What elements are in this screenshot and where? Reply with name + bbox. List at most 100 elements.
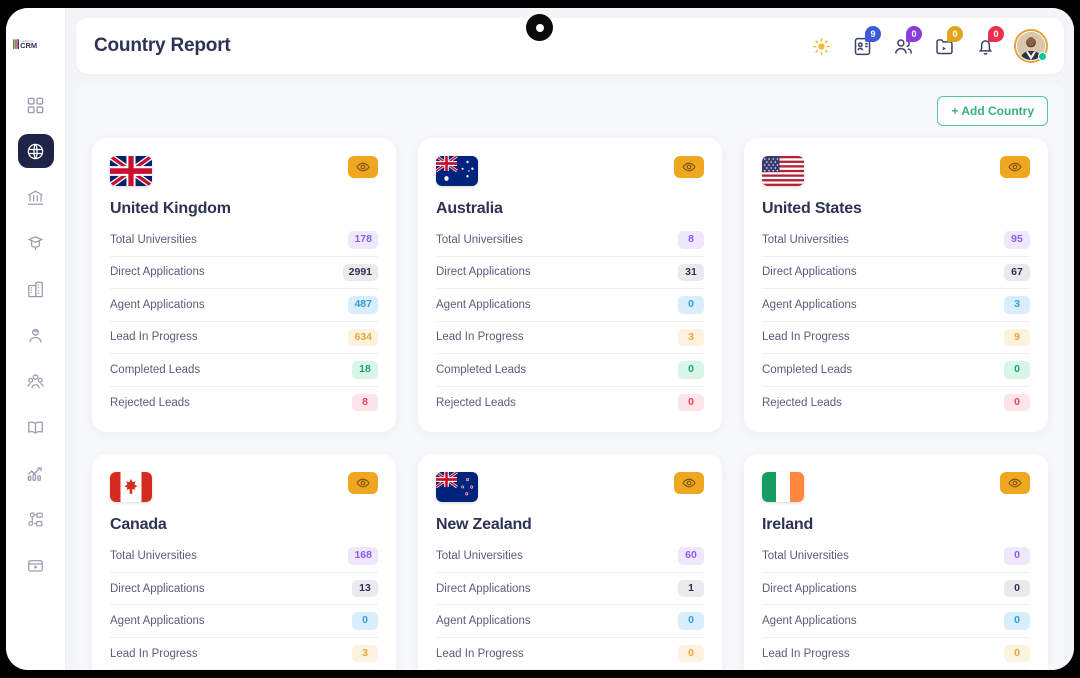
id-card-icon[interactable]: 9 [850,26,881,58]
users-icon[interactable]: 0 [891,26,922,58]
eye-icon [1008,476,1022,490]
view-country-button[interactable] [674,156,704,178]
sidebar-item-institutions[interactable] [18,180,54,214]
sidebar-item-org-chart[interactable] [18,502,54,536]
eye-icon [1008,160,1022,174]
flag-icon [110,156,152,186]
eye-icon [682,160,696,174]
stat-value-universities: 178 [348,231,378,249]
stat-row: Agent Applications 0 [762,605,1030,638]
stat-value-agent: 0 [1004,612,1030,630]
bank-icon [26,188,45,207]
stat-row: Agent Applications 3 [762,289,1030,322]
stat-label-completed: Completed Leads [762,363,853,376]
device-frame: CRM LeadSystems Country Report 9 0 0 0 +… [0,0,1080,678]
avatar-status-dot [1038,52,1047,61]
agent-icon [26,326,45,345]
sidebar-item-knowledge-base[interactable] [18,410,54,444]
add-country-button[interactable]: + Add Country [937,96,1048,126]
brand-logo[interactable]: CRM LeadSystems [12,32,60,58]
stat-row: Agent Applications 0 [436,605,704,638]
view-country-button[interactable] [348,472,378,495]
stat-value-direct: 13 [352,579,378,598]
sidebar-item-courses[interactable] [18,226,54,260]
main-area: Country Report 9 0 0 0 + Add Country Uni… [66,8,1074,670]
stat-row: Lead In Progress 3 [110,638,378,670]
sun-icon[interactable] [809,34,833,58]
app-viewport: CRM LeadSystems Country Report 9 0 0 0 +… [6,8,1074,670]
flag-icon [762,156,804,186]
stat-value-rejected: 0 [1004,393,1030,412]
book-icon [26,418,45,437]
globe-icon [26,142,45,161]
view-country-button[interactable] [1000,156,1030,178]
view-country-button[interactable] [348,156,378,178]
stat-value-rejected: 8 [352,393,378,412]
sidebar-item-archive[interactable] [18,548,54,582]
stat-label-direct: Direct Applications [436,266,531,279]
stat-value-progress: 3 [352,644,378,663]
stat-row: Rejected Leads 0 [436,387,704,419]
country-card: Australia Total Universities 8 Direct Appli… [418,138,722,433]
eye-icon [682,476,696,490]
stat-value-direct: 0 [1004,579,1030,598]
stat-row: Total Universities 60 [436,540,704,573]
stat-row: Agent Applications 487 [110,289,378,322]
stat-row: Agent Applications 0 [436,289,704,322]
stat-label-agent: Agent Applications [110,615,205,628]
building-icon [26,280,45,299]
view-country-button[interactable] [1000,472,1030,495]
country-name: New Zealand [436,516,532,534]
country-name: United Kingdom [110,200,231,217]
country-card: United Kingdom Total Universities 178 Direc… [92,138,396,433]
stat-label-universities: Total Universities [436,550,523,563]
sidebar-item-country-report[interactable] [17,134,54,168]
sidebar-item-branches[interactable] [18,272,54,306]
country-card: United States Total Universities 95 Direct … [744,138,1048,433]
sidebar-item-dashboard[interactable] [18,88,54,122]
content-panel: + Add Country United Kingdom Total Univer… [76,84,1064,670]
stat-label-rejected: Rejected Leads [110,396,190,409]
stat-row: Completed Leads 18 [110,354,378,387]
country-name: Australia [436,200,503,217]
network-icon [26,510,45,529]
stat-label-direct: Direct Applications [110,582,205,595]
stat-row: Lead In Progress 0 [762,638,1030,670]
stat-value-universities: 95 [1004,231,1030,249]
sidebar-item-students[interactable] [18,364,54,398]
video-folder-icon[interactable]: 0 [932,26,963,58]
sidebar-item-reports[interactable] [18,456,54,490]
stat-label-direct: Direct Applications [436,582,531,595]
stat-value-completed: 0 [678,361,704,379]
stat-row: Total Universities 178 [110,224,378,257]
stat-value-progress: 0 [678,644,704,663]
stat-label-completed: Completed Leads [436,363,527,376]
stat-label-agent: Agent Applications [762,298,857,311]
card-header [110,472,378,503]
stat-value-agent: 0 [678,612,704,630]
card-header [762,156,1030,186]
stat-value-agent: 3 [1004,296,1030,314]
stat-row: Rejected Leads 8 [110,387,378,419]
stat-label-rejected: Rejected Leads [436,396,516,409]
stat-value-direct: 31 [678,263,704,282]
sidebar-item-agents[interactable] [18,318,54,352]
avatar[interactable] [1014,29,1048,63]
camera-lens [535,23,544,32]
stat-row: Direct Applications 1 [436,573,704,606]
country-card: Ireland Total Universities 0 Direct Applica… [744,454,1048,670]
view-country-button[interactable] [674,472,704,495]
flag-icon [762,472,804,503]
stat-value-rejected: 0 [678,393,704,412]
stat-value-direct: 2991 [342,263,378,282]
bell-icon[interactable]: 0 [973,26,1004,58]
stat-value-progress: 3 [678,328,704,347]
stat-value-universities: 0 [1004,547,1030,565]
stat-label-rejected: Rejected Leads [762,396,842,409]
country-card: Canada Total Universities 168 Direct Applic… [92,454,396,670]
stat-value-progress: 0 [1004,644,1030,663]
stat-row: Agent Applications 0 [110,605,378,638]
country-name: United States [762,200,862,217]
stat-value-progress: 634 [348,328,378,347]
stat-label-progress: Lead In Progress [436,647,524,660]
